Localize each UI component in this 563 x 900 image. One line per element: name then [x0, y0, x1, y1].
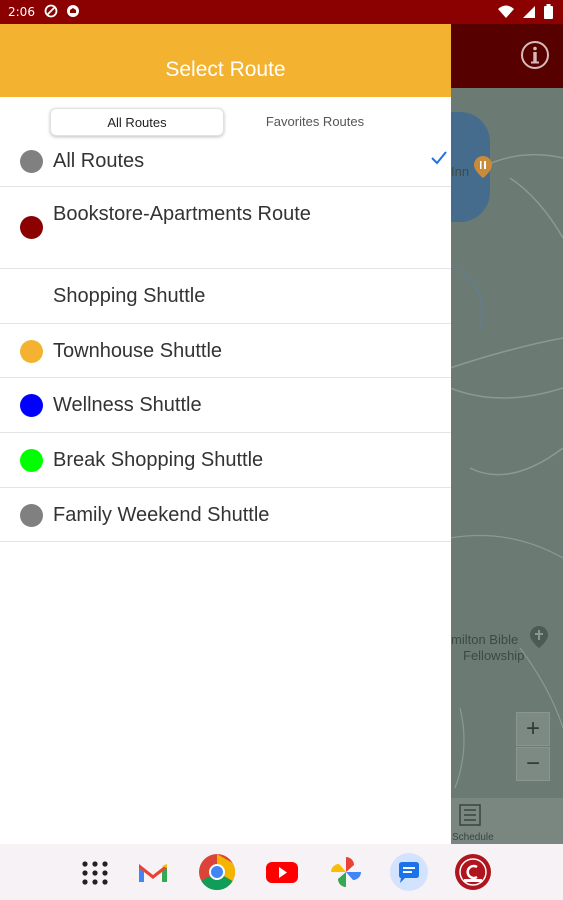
map-poi-label: Inn [451, 164, 470, 179]
route-color-dot [20, 449, 43, 472]
route-item-bookstore-apartments[interactable]: Bookstore-Apartments Route [0, 187, 451, 269]
route-item-all-routes[interactable]: All Routes [0, 140, 451, 187]
tab-favorites-routes[interactable]: Favorites Routes [240, 108, 390, 136]
status-time: 2:06 [8, 5, 35, 19]
route-item-break-shopping-shuttle[interactable]: Break Shopping Shuttle [0, 433, 451, 488]
route-color-dot [20, 394, 43, 417]
shield-icon [66, 4, 80, 18]
restaurant-pin-icon[interactable] [474, 156, 492, 183]
route-color-dot [20, 216, 43, 239]
apps-grid-icon[interactable] [75, 852, 115, 892]
app-dock [0, 844, 563, 900]
block-icon [44, 4, 58, 18]
route-label: Townhouse Shuttle [53, 340, 223, 362]
route-label: Wellness Shuttle [53, 394, 202, 416]
chrome-icon[interactable] [197, 852, 237, 892]
zoom-out-button[interactable]: − [516, 747, 550, 781]
place-pin-icon[interactable] [530, 626, 548, 653]
route-label: Family Weekend Shuttle [53, 504, 270, 526]
route-drawer: Select Route All Routes Favorites Routes… [0, 24, 451, 844]
route-label: All Routes [53, 150, 145, 172]
route-item-wellness-shuttle[interactable]: Wellness Shuttle [0, 378, 451, 433]
route-list: All Routes Bookstore-Apartments Route Sh… [0, 140, 451, 542]
route-color-dot [20, 285, 43, 308]
route-item-family-weekend-shuttle[interactable]: Family Weekend Shuttle [0, 488, 451, 542]
checkmark-icon [431, 150, 447, 171]
campus-app-icon[interactable] [453, 852, 493, 892]
route-item-shopping-shuttle[interactable]: Shopping Shuttle [0, 269, 451, 324]
route-label: Bookstore-Apartments Route [53, 203, 311, 225]
zoom-in-button[interactable]: + [516, 712, 550, 746]
route-color-dot [20, 504, 43, 527]
schedule-icon [459, 804, 481, 831]
schedule-label: Schedule [452, 832, 494, 843]
info-icon[interactable] [519, 39, 551, 71]
wifi-icon [498, 5, 514, 19]
drawer-title: Select Route [165, 58, 286, 81]
drawer-header: Select Route [0, 24, 451, 97]
battery-icon [544, 4, 553, 19]
map-roads [450, 153, 563, 789]
route-label: Break Shopping Shuttle [53, 449, 264, 471]
map-church-label-1: milton Bible [451, 632, 519, 647]
route-color-dot [20, 340, 43, 363]
route-filter-tabs: All Routes Favorites Routes [50, 108, 380, 136]
signal-icon [522, 5, 536, 19]
route-color-dot [20, 150, 43, 173]
messages-icon[interactable] [389, 852, 429, 892]
gmail-icon[interactable] [133, 852, 173, 892]
tab-all-routes[interactable]: All Routes [50, 108, 224, 136]
map-church-label-2: Fellowship [463, 648, 525, 663]
status-bar: 2:06 [0, 0, 563, 24]
route-label: Shopping Shuttle [53, 285, 206, 307]
photos-icon[interactable] [326, 852, 366, 892]
youtube-icon[interactable] [262, 852, 302, 892]
route-item-townhouse-shuttle[interactable]: Townhouse Shuttle [0, 324, 451, 378]
